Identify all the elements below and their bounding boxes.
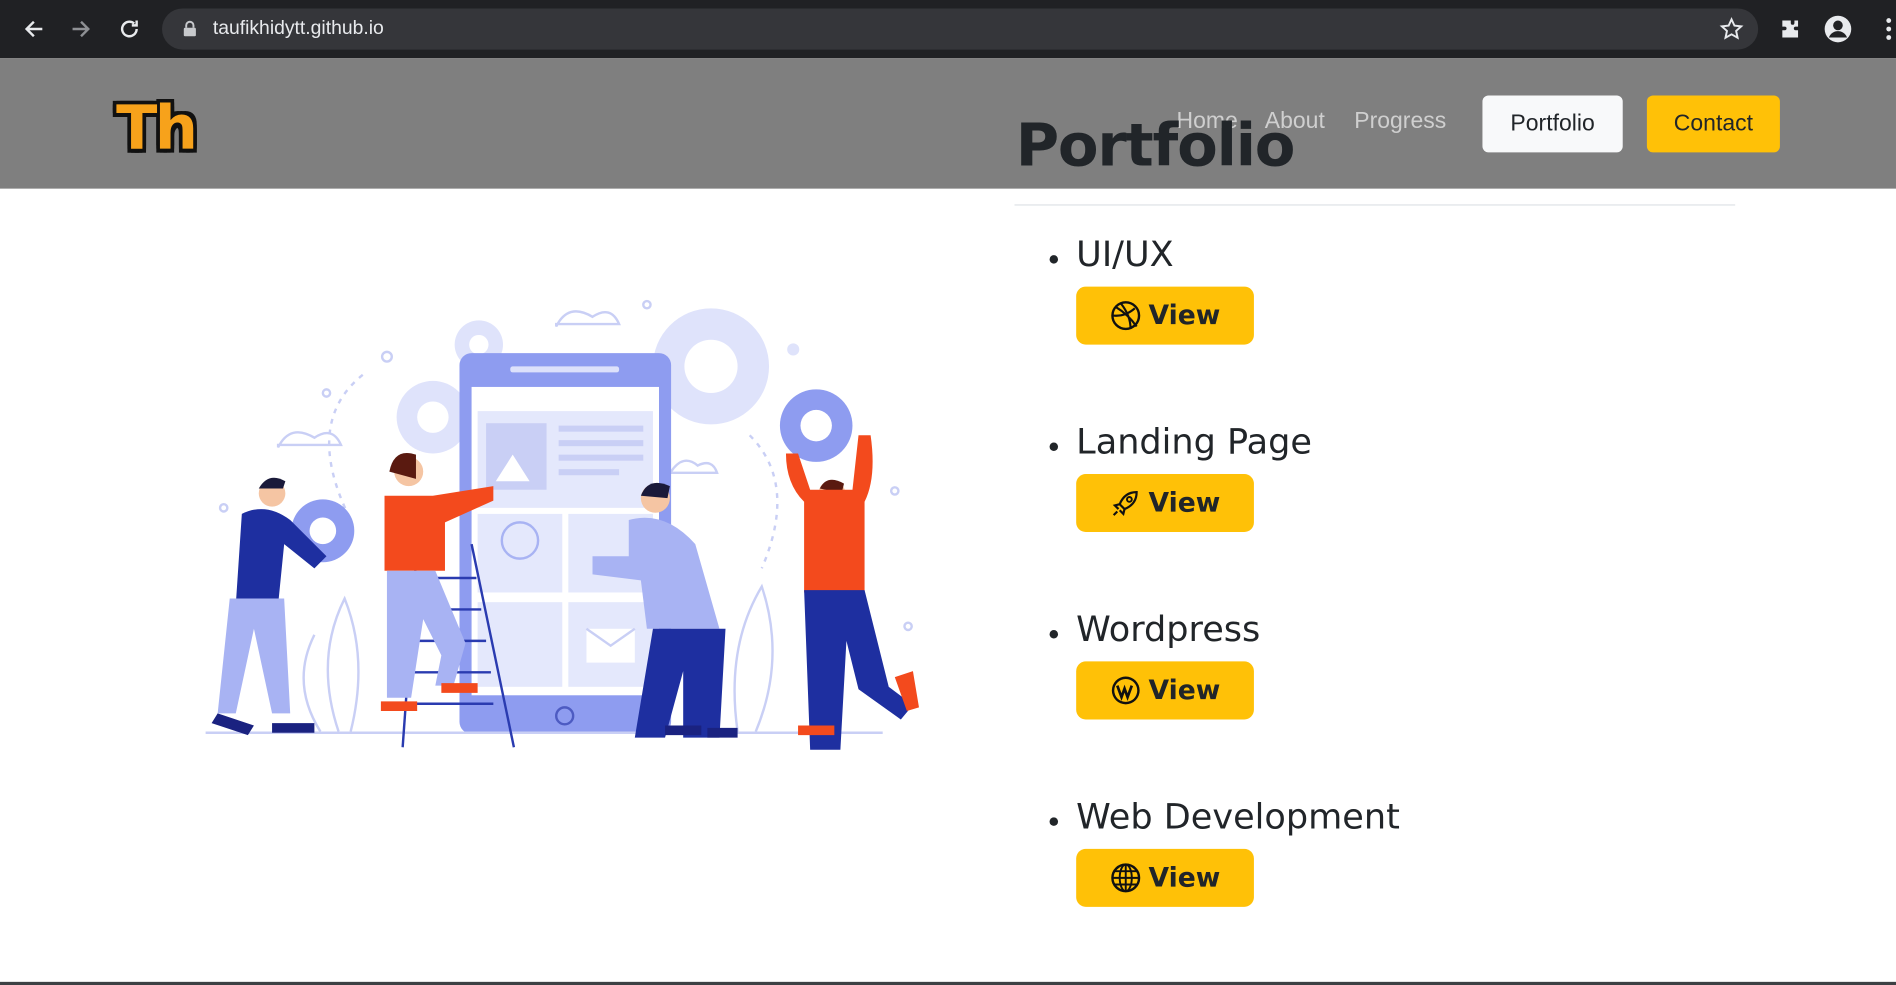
site-navbar: Th Home About Progress Portfolio Contact — [0, 58, 1896, 189]
list-bullet — [1049, 629, 1059, 639]
title-divider — [1014, 204, 1736, 206]
view-wordpress-button[interactable]: View — [1076, 661, 1254, 720]
view-landing-page-button[interactable]: View — [1076, 473, 1254, 533]
globe-icon — [1110, 862, 1141, 893]
page-title: Portfolio — [1015, 111, 1296, 181]
portfolio-item-label: Landing Page — [1076, 420, 1312, 462]
list-bullet — [1049, 817, 1059, 826]
nav-button-portfolio[interactable]: Portfolio — [1482, 95, 1623, 153]
browser-toolbar: taufikhidytt.github.io — [0, 0, 1896, 59]
bookmark-star-icon[interactable] — [1719, 17, 1744, 41]
nav-link-progress[interactable]: Progress — [1354, 109, 1446, 136]
view-uiux-button[interactable]: View — [1076, 286, 1254, 345]
address-bar[interactable]: taufikhidytt.github.io — [162, 8, 1759, 50]
site-logo[interactable]: Th — [116, 94, 198, 162]
nav-button-contact[interactable]: Contact — [1646, 95, 1780, 153]
url-text[interactable]: taufikhidytt.github.io — [213, 18, 384, 40]
dribbble-icon — [1110, 300, 1141, 331]
list-bullet — [1049, 255, 1059, 264]
portfolio-item-label: Web Development — [1076, 795, 1400, 837]
extensions-puzzle-icon[interactable] — [1776, 15, 1805, 44]
rocket-icon — [1110, 487, 1141, 518]
team-illustration — [205, 290, 932, 768]
back-icon[interactable] — [17, 12, 51, 46]
portfolio-item-label: Wordpress — [1076, 608, 1261, 650]
lock-icon — [181, 20, 198, 38]
forward-icon[interactable] — [64, 12, 98, 46]
wordpress-icon — [1110, 675, 1141, 706]
browser-window: taufikhidytt.github.io Th Home About Pro… — [0, 0, 1896, 985]
list-bullet — [1049, 442, 1059, 452]
browser-menu-icon[interactable] — [1874, 15, 1896, 44]
portfolio-item-label: UI/UX — [1076, 233, 1174, 275]
view-web-development-button[interactable]: View — [1076, 848, 1254, 907]
profile-avatar-icon[interactable] — [1823, 15, 1852, 44]
reload-icon[interactable] — [112, 12, 146, 46]
